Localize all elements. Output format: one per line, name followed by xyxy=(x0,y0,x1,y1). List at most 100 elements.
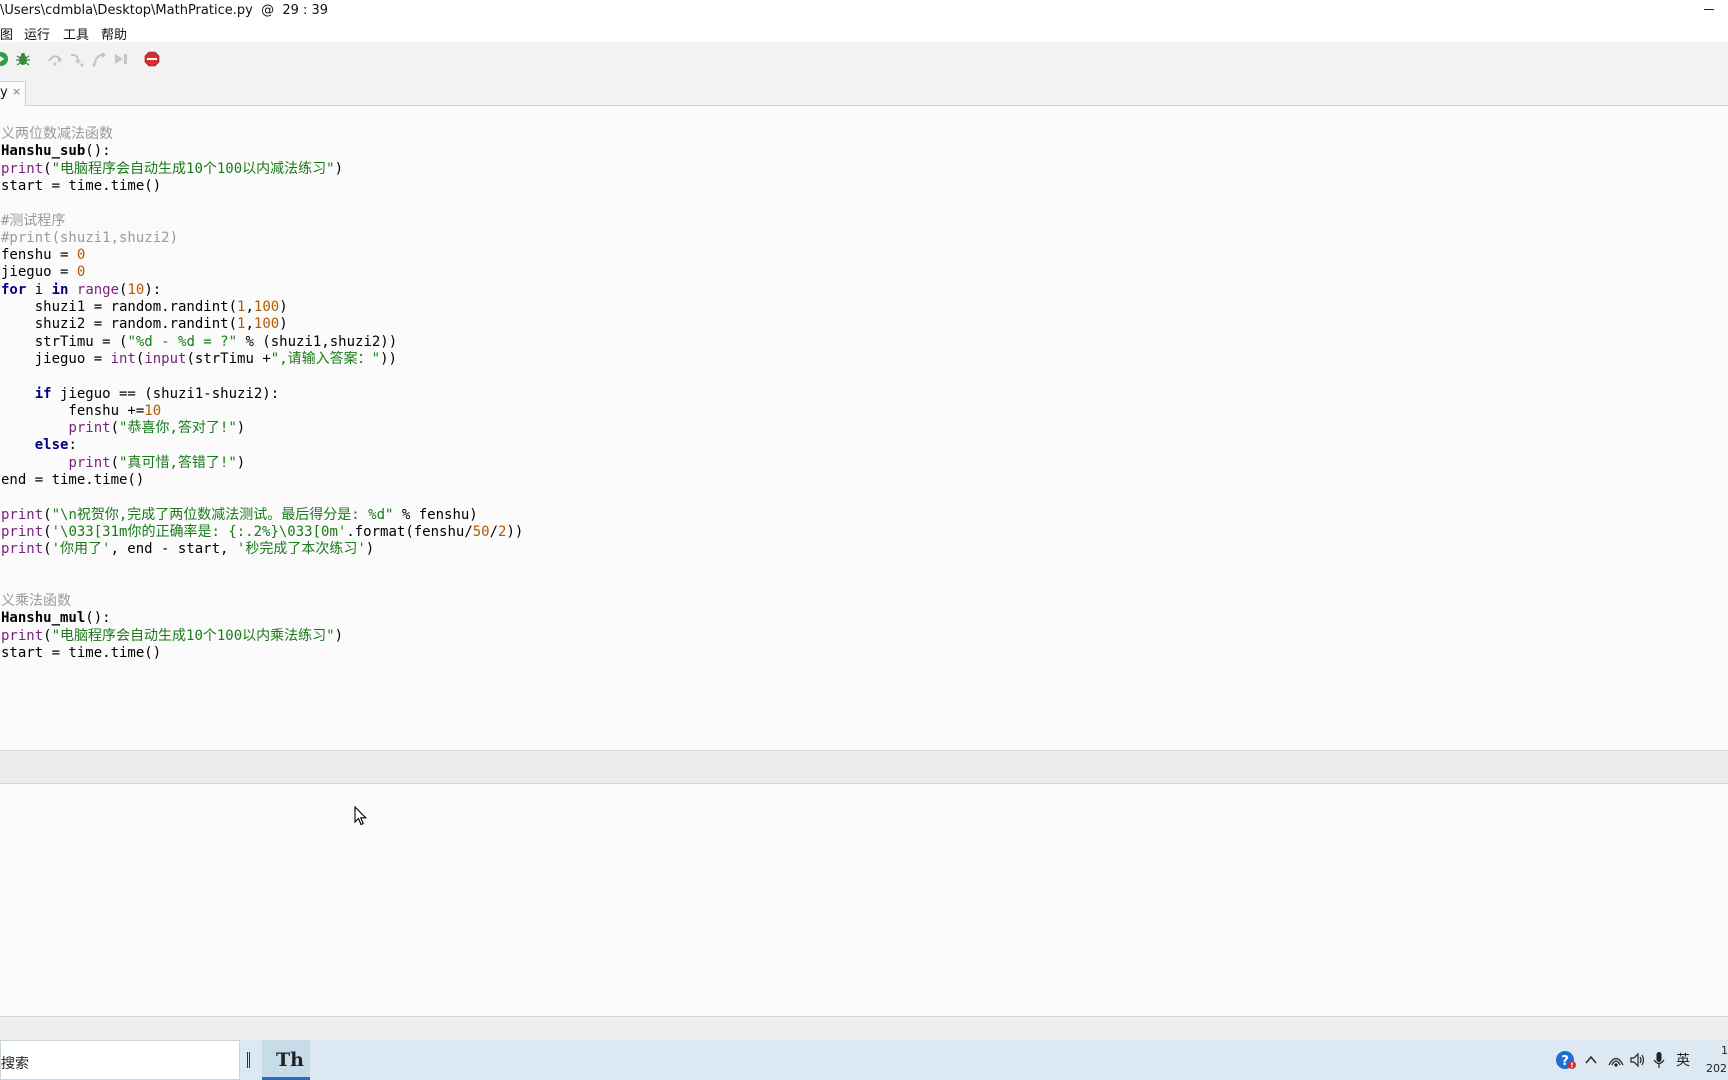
code-line[interactable]: shuzi1 = random.randint(1,100) xyxy=(1,298,288,317)
code-line[interactable]: 义两位数减法函数 xyxy=(1,125,113,144)
code-line[interactable]: #测试程序 xyxy=(1,212,65,231)
code-token: int xyxy=(110,350,136,367)
code-token: range xyxy=(76,281,120,298)
code-line[interactable]: print("恭喜你,答对了!") xyxy=(1,419,245,438)
code-line[interactable]: print('\033[31m你的正确率是: {:.2%}\033[0m'.fo… xyxy=(1,523,523,542)
code-line[interactable]: print("\n祝贺你,完成了两位数减法测试。最后得分是: %d" % fen… xyxy=(1,506,478,525)
code-line[interactable]: print('你用了', end - start, '秒完成了本次练习') xyxy=(1,540,374,559)
code-line[interactable]: print("电脑程序会自动生成10个100以内减法练习") xyxy=(1,160,343,179)
run-icon[interactable] xyxy=(0,51,9,67)
code-line[interactable]: print("真可惜,答错了!") xyxy=(1,454,245,473)
code-token: "电脑程序会自动生成10个100以内减法练习" xyxy=(51,160,335,177)
code-token: end = time.time() xyxy=(1,472,145,488)
thonny-taskbar-button[interactable]: Th xyxy=(262,1040,310,1080)
taskbar: 搜索 Th ? 英 1 202 xyxy=(0,1040,1728,1080)
menu-help[interactable]: 帮助 xyxy=(101,24,127,43)
stop-icon[interactable] xyxy=(144,51,160,67)
code-token: if xyxy=(34,385,52,402)
code-token: 50 xyxy=(472,523,490,540)
code-token: #测试程序 xyxy=(1,212,66,229)
code-token: jieguo = xyxy=(1,350,111,367)
wifi-icon[interactable] xyxy=(1607,1050,1625,1070)
code-line[interactable]: fenshu +=10 xyxy=(1,402,161,421)
step-into-icon[interactable] xyxy=(69,51,85,67)
code-token: % fenshu) xyxy=(393,506,478,523)
code-token: 10 xyxy=(127,281,145,298)
code-line[interactable]: print("电脑程序会自动生成10个100以内乘法练习") xyxy=(1,627,343,646)
code-line[interactable]: Hanshu_sub(): xyxy=(1,142,111,161)
code-line[interactable]: jieguo = int(input(strTimu +",请输入答案：")) xyxy=(1,350,397,369)
code-token: print xyxy=(1,523,44,540)
code-token: Hanshu_sub xyxy=(1,143,86,160)
code-line[interactable]: start = time.time() xyxy=(1,644,161,663)
code-token: : xyxy=(68,437,77,454)
code-token: '秒完成了本次练习' xyxy=(236,541,366,558)
code-token: jieguo == (shuzi1-shuzi2): xyxy=(51,385,280,402)
code-token: "电脑程序会自动生成10个100以内乘法练习" xyxy=(51,627,335,644)
menu-tools[interactable]: 工具 xyxy=(63,24,89,43)
code-line[interactable]: fenshu = 0 xyxy=(1,246,85,265)
menu-view[interactable]: 图 xyxy=(0,24,13,43)
resume-icon[interactable] xyxy=(113,51,129,67)
shell-pane[interactable] xyxy=(0,784,1728,1016)
title-bar: \Users\cdmbla\Desktop\MathPratice.py @ 2… xyxy=(0,0,1728,22)
toolbar xyxy=(0,42,1728,76)
code-line[interactable]: Hanshu_mul(): xyxy=(1,609,111,628)
debug-icon[interactable] xyxy=(15,51,31,67)
code-token: ) xyxy=(236,420,246,437)
thonny-app-icon: Th xyxy=(276,1049,304,1071)
code-token: ( xyxy=(43,541,52,558)
code-token: % (shuzi1,shuzi2)) xyxy=(237,333,398,350)
chevron-up-icon[interactable] xyxy=(1584,1050,1598,1070)
help-icon[interactable]: ? xyxy=(1555,1050,1577,1070)
code-line[interactable]: shuzi2 = random.randint(1,100) xyxy=(1,315,288,334)
code-token: ) xyxy=(279,316,288,333)
code-line[interactable]: if jieguo == (shuzi1-shuzi2): xyxy=(1,385,279,404)
code-line[interactable]: 义乘法函数 xyxy=(1,592,71,611)
code-token: (): xyxy=(85,143,111,160)
code-line[interactable]: for i in range(10): xyxy=(1,281,161,300)
mouse-cursor-icon xyxy=(354,805,368,826)
code-token: start = time.time() xyxy=(1,645,162,661)
code-token: ",请输入答案：" xyxy=(270,350,381,367)
window-title: \Users\cdmbla\Desktop\MathPratice.py @ 2… xyxy=(0,3,329,18)
pane-splitter[interactable] xyxy=(0,750,1728,784)
tab-close-icon[interactable]: × xyxy=(12,85,21,98)
code-line[interactable]: else: xyxy=(1,436,77,455)
volume-icon[interactable] xyxy=(1629,1050,1647,1070)
code-token: in xyxy=(51,281,69,298)
code-line[interactable]: strTimu = ("%d - %d = ?" % (shuzi1,shuzi… xyxy=(1,333,397,352)
code-token: "恭喜你,答对了!" xyxy=(119,420,237,437)
code-token: ( xyxy=(110,420,120,437)
code-line[interactable]: #print(shuzi1,shuzi2) xyxy=(1,229,178,248)
code-editor[interactable]: 义两位数减法函数 Hanshu_sub(): print("电脑程序会自动生成10个… xyxy=(0,106,1728,750)
code-token: print xyxy=(1,627,44,644)
tab-mathpratice[interactable]: y × xyxy=(0,81,26,106)
menu-bar: 图 运行 工具 帮助 xyxy=(0,22,1728,43)
code-token: 义两位数减法函数 xyxy=(1,126,113,142)
code-line[interactable]: start = time.time() xyxy=(1,177,161,196)
microphone-icon[interactable] xyxy=(1652,1050,1666,1070)
code-line[interactable]: end = time.time() xyxy=(1,471,144,490)
minimize-button[interactable] xyxy=(1696,2,1720,16)
ime-indicator[interactable]: 英 xyxy=(1676,1050,1690,1070)
code-token: ( xyxy=(43,523,52,540)
code-token: , end - start, xyxy=(110,541,237,558)
clock[interactable]: 1 202 xyxy=(1706,1042,1728,1078)
code-token: '你用了' xyxy=(51,541,111,558)
menu-run[interactable]: 运行 xyxy=(24,24,50,43)
step-out-icon[interactable] xyxy=(91,51,107,67)
code-line[interactable]: jieguo = 0 xyxy=(1,263,85,282)
code-token: print xyxy=(1,506,44,523)
clock-time: 1 xyxy=(1721,1044,1728,1057)
status-bar xyxy=(0,1016,1728,1040)
code-token: '\033[31m你的正确率是: {:.2%}\033[0m' xyxy=(51,523,347,540)
step-over-icon[interactable] xyxy=(47,51,63,67)
code-token: ( xyxy=(43,160,52,177)
taskbar-search-box[interactable]: 搜索 xyxy=(0,1040,240,1080)
svg-text:?: ? xyxy=(1561,1054,1569,1069)
code-token: fenshu += xyxy=(1,402,145,419)
code-token: / xyxy=(489,523,499,540)
